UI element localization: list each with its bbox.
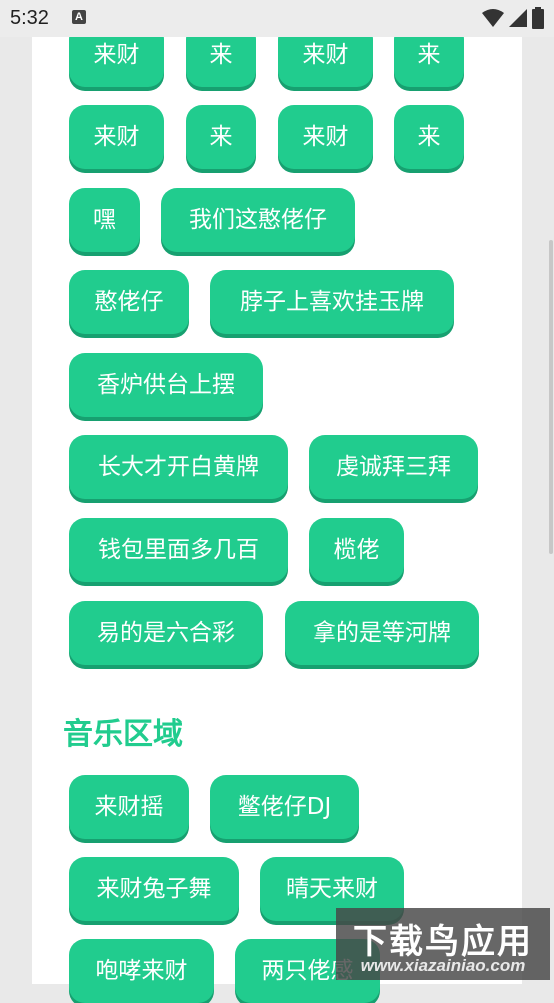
- notification-icon: A: [72, 10, 86, 24]
- status-icons: [482, 7, 544, 29]
- tag-chip[interactable]: 拿的是等河牌: [285, 601, 479, 665]
- music-section-title: 音乐区域: [63, 717, 183, 752]
- tag-chip[interactable]: 脖子上喜欢挂玉牌: [210, 270, 454, 334]
- music-tag-chip[interactable]: 鳖佬仔DJ: [210, 775, 359, 839]
- tag-chip[interactable]: 憨佬仔: [69, 270, 189, 334]
- watermark-logo: 下载鸟应用 www.xiazainiao.com: [336, 908, 550, 980]
- wifi-icon: [482, 9, 504, 27]
- battery-icon: [532, 7, 544, 29]
- tag-chip[interactable]: 长大才开白黄牌: [69, 435, 288, 499]
- tag-chip[interactable]: 来财: [278, 105, 373, 169]
- signal-icon: [509, 9, 527, 27]
- tag-chip[interactable]: 易的是六合彩: [69, 601, 263, 665]
- tag-chip[interactable]: 榄佬: [309, 518, 404, 582]
- scrollbar-thumb[interactable]: [549, 240, 553, 554]
- status-bar: 5:32 A: [0, 0, 554, 37]
- tag-chip[interactable]: 来财: [69, 105, 164, 169]
- music-tag-chip[interactable]: 来财摇: [69, 775, 189, 839]
- tag-chip[interactable]: 虔诚拜三拜: [309, 435, 478, 499]
- tag-chip[interactable]: 来: [186, 105, 256, 169]
- tag-chip[interactable]: 钱包里面多几百: [69, 518, 288, 582]
- watermark-url: www.xiazainiao.com: [360, 956, 526, 975]
- tag-chip[interactable]: 嘿: [69, 188, 140, 252]
- content-card: [32, 37, 522, 984]
- music-tag-chip[interactable]: 来财兔子舞: [69, 857, 239, 921]
- status-time: 5:32: [10, 7, 49, 29]
- tag-chip[interactable]: 我们这憨佬仔: [161, 188, 355, 252]
- tag-chip[interactable]: 来: [394, 105, 464, 169]
- tag-chip[interactable]: 香炉供台上摆: [69, 353, 263, 417]
- music-tag-chip[interactable]: 咆哮来财: [69, 939, 214, 1003]
